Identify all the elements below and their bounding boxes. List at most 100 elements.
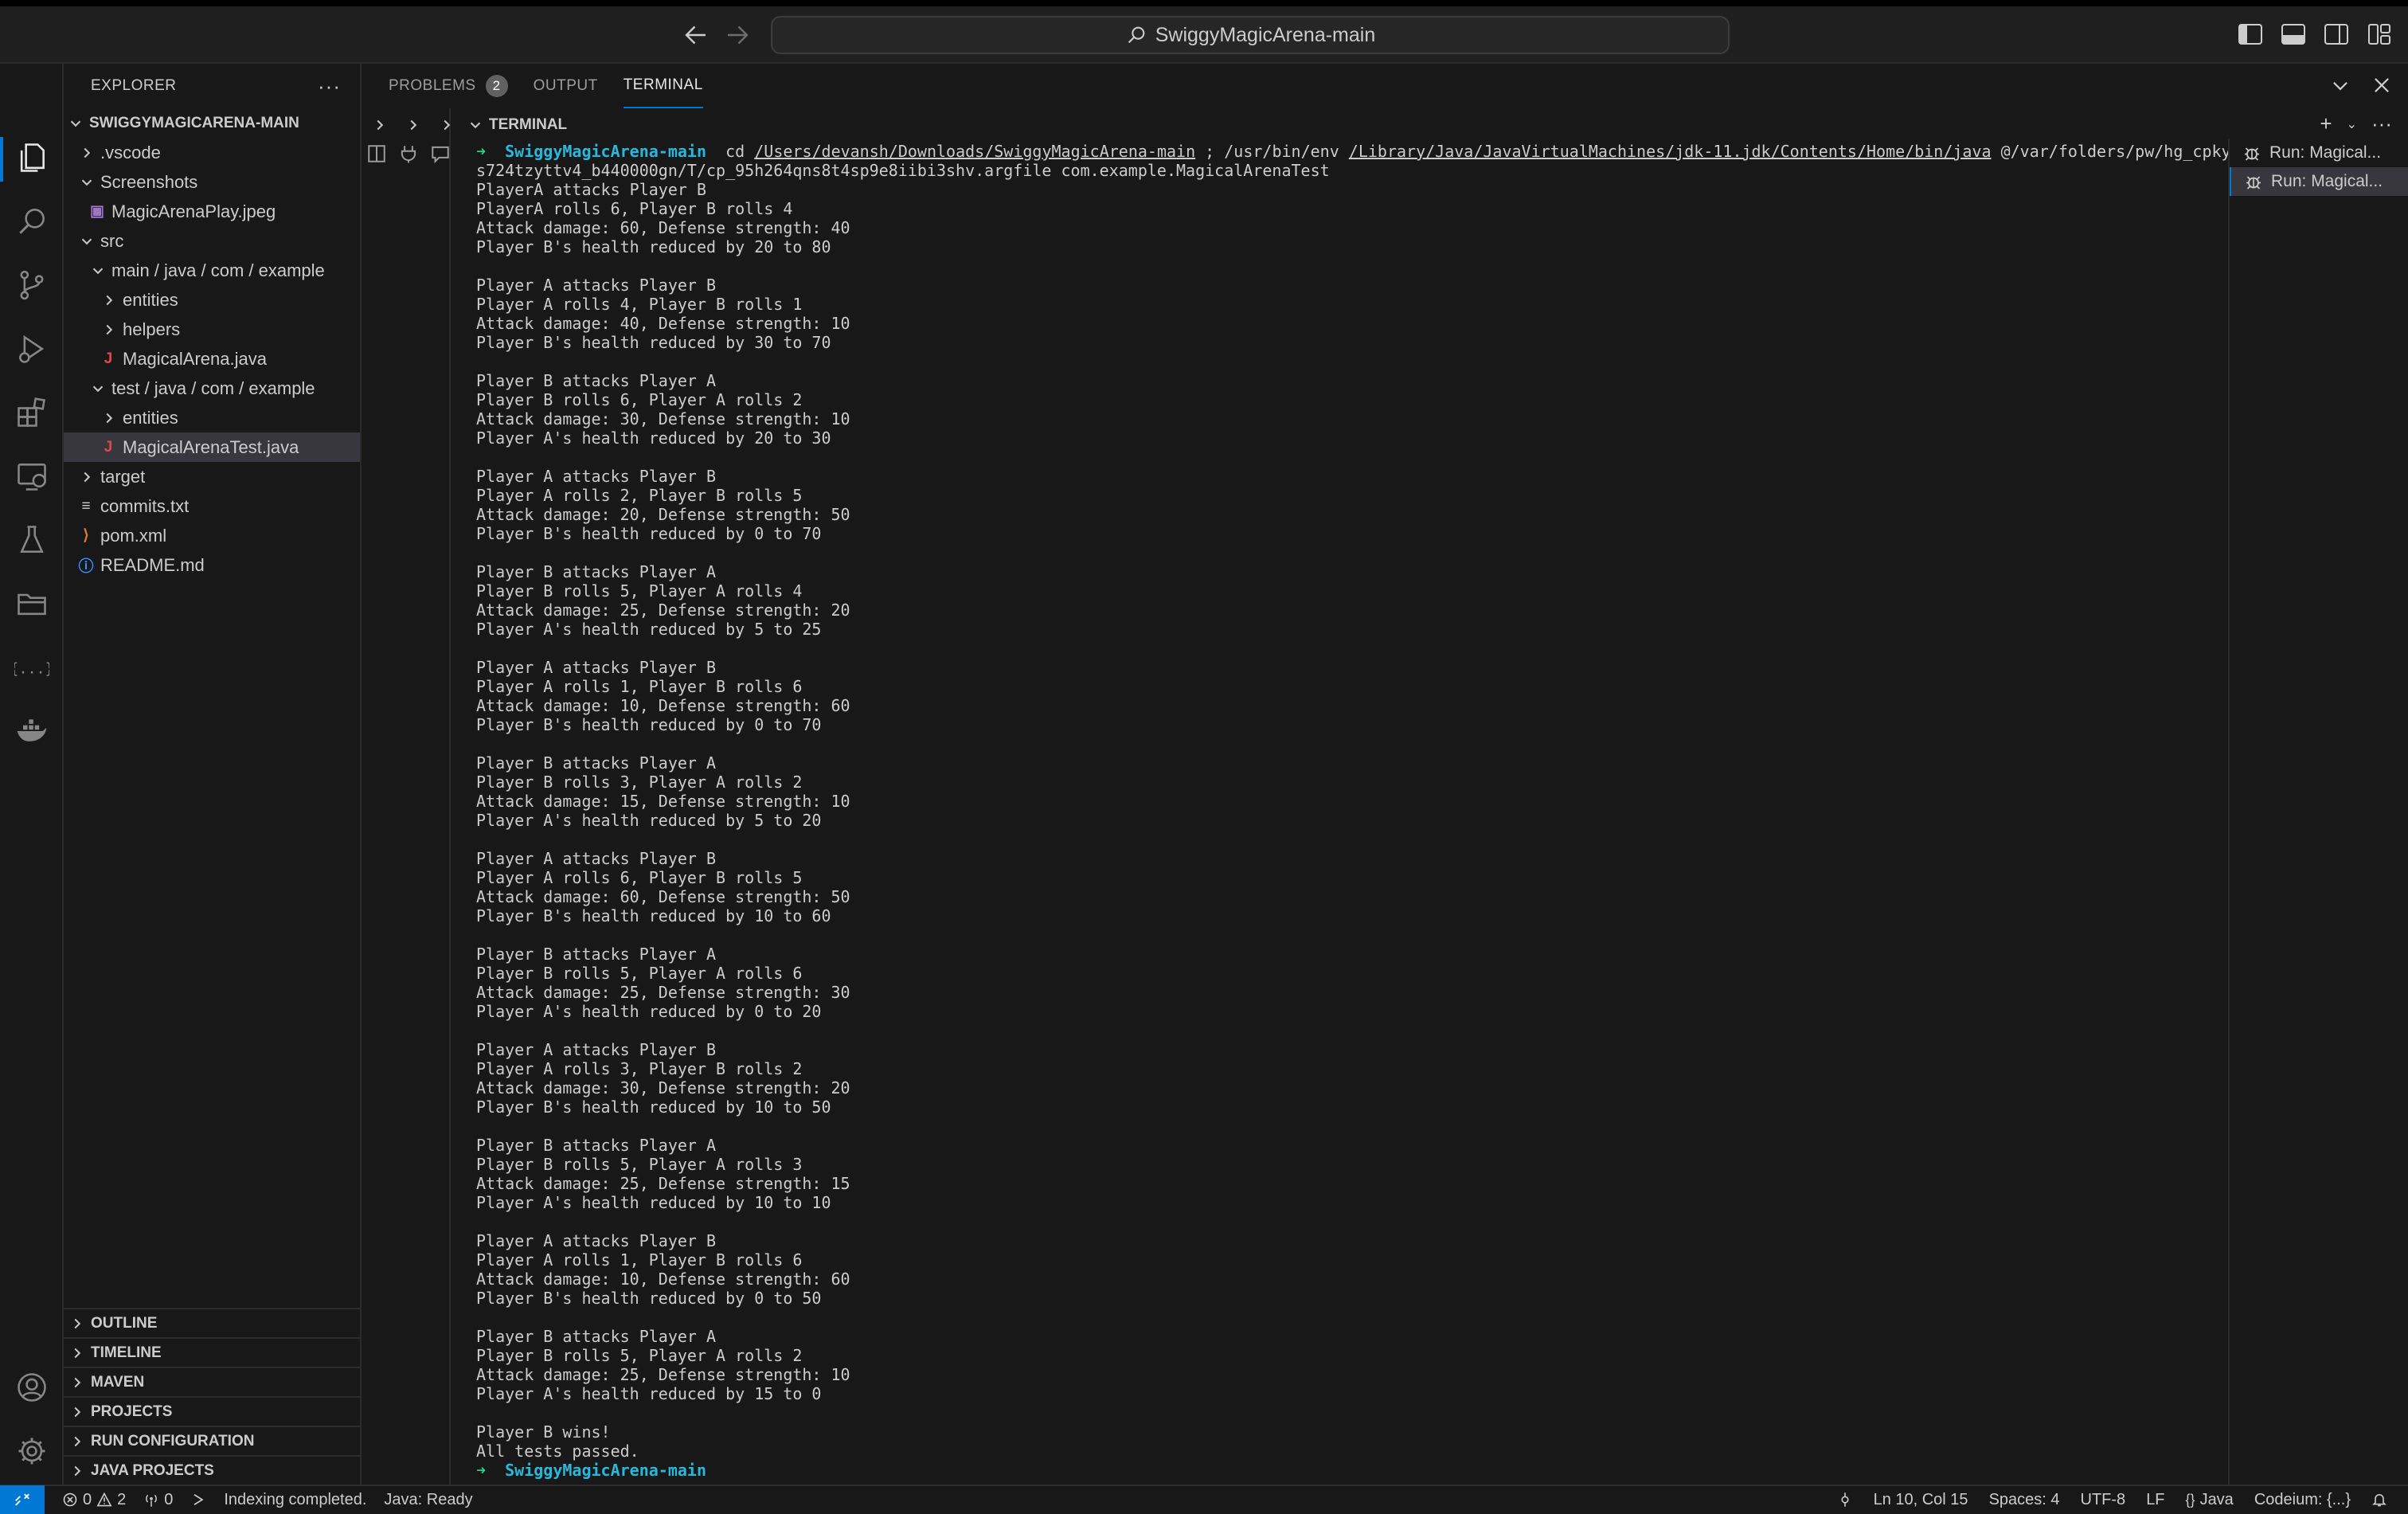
sidebar-section[interactable]: OUTLINE <box>64 1308 362 1337</box>
extensions-icon[interactable] <box>14 395 49 430</box>
forward-arrow-icon[interactable] <box>723 21 752 49</box>
docker-whale-icon[interactable] <box>14 714 49 749</box>
toggle-primary-sidebar-icon[interactable] <box>2238 22 2263 46</box>
tree-item-label: main / java / com / example <box>111 260 325 280</box>
chevron-right-icon[interactable] <box>371 116 389 134</box>
end-of-line[interactable]: LF <box>2146 1491 2164 1509</box>
terminal-dropdown-chevron-icon[interactable]: ⌄ <box>2347 116 2357 132</box>
final-prompt-directory: SwiggyMagicArena-main <box>505 1461 706 1480</box>
folder-item[interactable]: entities <box>64 285 360 315</box>
more-actions-icon[interactable]: ··· <box>318 74 341 99</box>
accounts-icon[interactable] <box>14 1370 49 1405</box>
terminal-instance-2[interactable]: Run: Magical... <box>2230 167 2408 196</box>
workspace-root[interactable]: SWIGGYMAGICARENA-MAIN <box>64 108 360 138</box>
remote-indicator[interactable] <box>0 1485 45 1514</box>
close-panel-icon[interactable] <box>2371 75 2392 96</box>
terminal-more-actions-icon[interactable]: ··· <box>2371 111 2392 136</box>
folder-item[interactable]: .vscode <box>64 138 360 167</box>
tree-item-label: test / java / com / example <box>111 378 315 398</box>
java-ready-status[interactable]: Java: Ready <box>384 1491 472 1509</box>
terminal-output[interactable]: ➜ SwiggyMagicArena-main cd /Users/devans… <box>476 142 2228 1480</box>
folder-item[interactable]: Screenshots <box>64 167 360 197</box>
file-item[interactable]: ⓘ README.md <box>64 550 360 580</box>
terminal-line: Attack damage: 25, Defense strength: 30 <box>476 983 850 1002</box>
testing-flask-icon[interactable] <box>14 522 49 557</box>
tab-terminal[interactable]: TERMINAL <box>623 64 703 108</box>
terminal-line: Player B wins! <box>476 1422 611 1442</box>
back-arrow-icon[interactable] <box>682 21 710 49</box>
terminal-line: Player A rolls 1, Player B rolls 6 <box>476 677 803 696</box>
command-center-search[interactable]: SwiggyMagicArena-main <box>771 16 1730 54</box>
terminal-line: Player B attacks Player A <box>476 753 717 773</box>
folder-item[interactable]: test / java / com / example <box>64 374 360 403</box>
program-output: PlayerA attacks Player B PlayerA rolls 6,… <box>476 180 2228 1461</box>
ports-status[interactable]: 0 <box>143 1491 173 1509</box>
file-tree: SWIGGYMAGICARENA-MAIN .vscode Screenshots… <box>64 108 360 580</box>
new-terminal-plus-icon[interactable]: + <box>2320 111 2332 136</box>
file-item[interactable]: J MagicalArena.java <box>64 344 360 374</box>
remote-explorer-icon[interactable] <box>14 459 49 494</box>
chevron-right-icon[interactable] <box>405 116 422 134</box>
codeium-status[interactable]: Codeium: {...} <box>2254 1491 2351 1509</box>
explorer-header: EXPLORER ··· <box>64 64 360 108</box>
sync-icon[interactable] <box>1837 1492 1853 1508</box>
file-item[interactable]: ≡ commits.txt <box>64 491 360 521</box>
json-braces-icon[interactable]: {...} <box>14 650 49 685</box>
sidebar-section[interactable]: TIMELINE <box>64 1337 362 1367</box>
terminal-line: Player B's health reduced by 20 to 80 <box>476 237 831 256</box>
terminal-line: Attack damage: 25, Defense strength: 10 <box>476 1365 850 1384</box>
prompt-arrow: ➜ <box>476 1461 506 1480</box>
terminal-line: Player B attacks Player A <box>476 1136 717 1155</box>
file-item[interactable]: ▣ MagicArenaPlay.jpeg <box>64 197 360 226</box>
folder-item[interactable]: src <box>64 226 360 256</box>
chevron-right-icon <box>100 409 118 427</box>
sidebar-section[interactable]: MAVEN <box>64 1367 362 1396</box>
search-view-icon[interactable] <box>14 204 49 239</box>
settings-gear-icon[interactable] <box>14 1434 49 1469</box>
sidebar-section[interactable]: RUN CONFIGURATION <box>64 1426 362 1455</box>
plug-icon[interactable] <box>398 143 419 164</box>
collapse-panel-chevron-icon[interactable] <box>2330 75 2351 96</box>
indentation[interactable]: Spaces: 4 <box>1989 1491 2060 1509</box>
chevron-down-icon[interactable] <box>467 116 484 134</box>
command-path-link[interactable]: /Users/devansh/Downloads/SwiggyMagicAren… <box>754 142 1195 161</box>
terminal-line: Player B rolls 5, Player A rolls 6 <box>476 964 803 983</box>
section-label: MAVEN <box>91 1373 145 1391</box>
notifications-bell-icon[interactable] <box>2371 1492 2387 1508</box>
toggle-secondary-sidebar-icon[interactable] <box>2324 22 2349 46</box>
file-encoding[interactable]: UTF-8 <box>2081 1491 2126 1509</box>
chat-icon[interactable] <box>430 143 451 164</box>
chevron-right-icon[interactable] <box>438 116 455 134</box>
folder-item[interactable]: entities <box>64 403 360 432</box>
problems-status[interactable]: 0 2 <box>62 1491 126 1509</box>
folder-item[interactable]: main / java / com / example <box>64 256 360 285</box>
language-mode[interactable]: {} Java <box>2186 1491 2234 1509</box>
tab-output[interactable]: OUTPUT <box>534 64 598 108</box>
terminal-instance-1[interactable]: Run: Magical... <box>2230 139 2408 167</box>
problems-count-badge: 2 <box>485 75 508 97</box>
source-control-icon[interactable] <box>14 268 49 303</box>
folder-item[interactable]: target <box>64 462 360 491</box>
toggle-panel-icon[interactable] <box>2281 22 2306 46</box>
split-terminal-icon[interactable] <box>366 143 387 164</box>
chevron-right-icon <box>78 144 96 162</box>
customize-layout-icon[interactable] <box>2367 22 2392 46</box>
folder-item[interactable]: helpers <box>64 315 360 344</box>
tab-problems[interactable]: PROBLEMS 2 <box>389 64 508 108</box>
run-debug-icon[interactable] <box>14 331 49 366</box>
run-arrow-icon <box>190 1492 206 1508</box>
cursor-position[interactable]: Ln 10, Col 15 <box>1874 1491 1968 1509</box>
sidebar-section[interactable]: PROJECTS <box>64 1396 362 1426</box>
command-java-link[interactable]: /Library/Java/JavaVirtualMachines/jdk-11… <box>1349 142 1992 161</box>
file-item[interactable]: J MagicalArenaTest.java <box>64 432 360 462</box>
terminal-line: Attack damage: 30, Defense strength: 10 <box>476 409 850 428</box>
explorer-icon[interactable] <box>14 140 49 175</box>
java-run-status[interactable] <box>190 1492 206 1508</box>
sidebar-section[interactable]: JAVA PROJECTS <box>64 1455 362 1485</box>
file-item[interactable]: ⟩ pom.xml <box>64 521 360 550</box>
project-manager-folder-icon[interactable] <box>14 586 49 621</box>
